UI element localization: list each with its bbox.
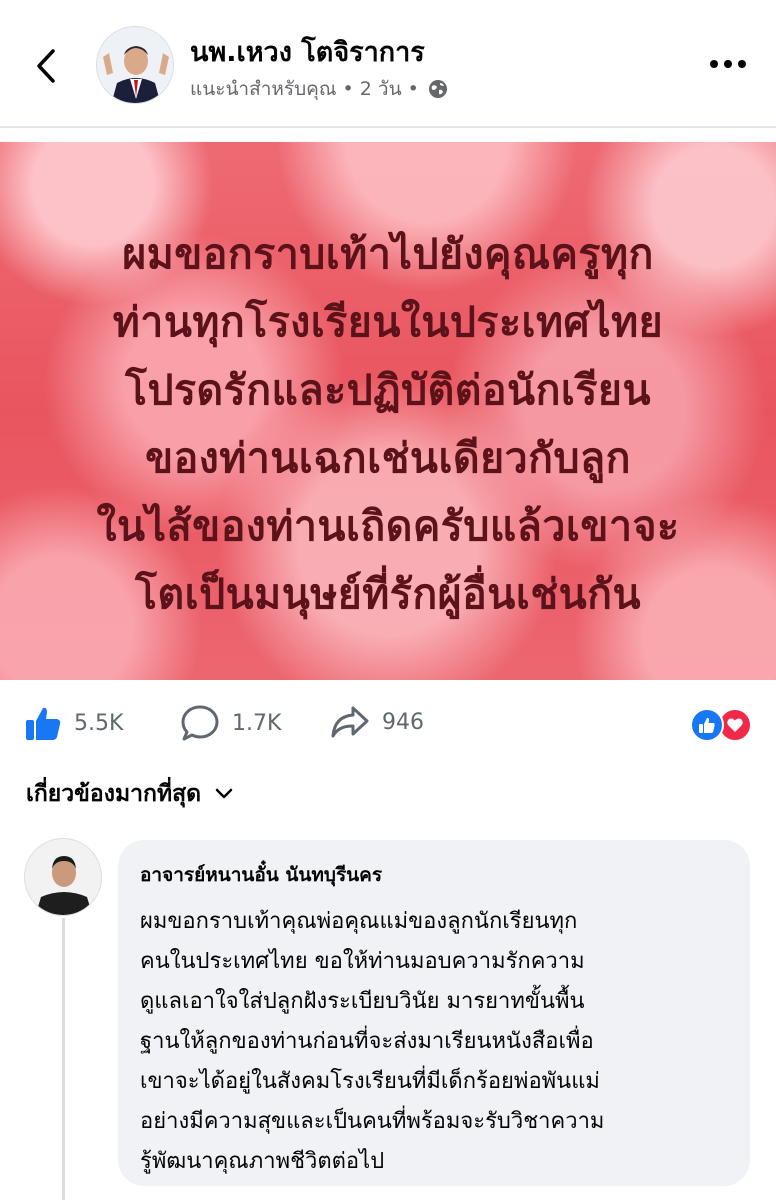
comment-bubble-icon — [181, 705, 219, 741]
share-count: 946 — [382, 709, 424, 735]
like-count: 5.5K — [74, 710, 124, 736]
more-options-button[interactable] — [706, 52, 750, 76]
comment-sort-dropdown[interactable]: เกี่ยวข้องมากที่สุด — [26, 776, 233, 812]
comment-thread-line — [62, 918, 65, 1200]
author-name[interactable]: นพ.เหวง โตจิราการ — [190, 30, 425, 73]
like-button[interactable]: 5.5K — [24, 704, 123, 742]
post-text-line: ผมขอกราบเท้าไปยังคุณครูทุก — [122, 230, 654, 278]
comment-text: ผมขอกราบเท้าคุณพ่อคุณแม่ของลูกนักเรียนทุ… — [140, 902, 728, 1182]
more-horizontal-icon — [710, 60, 718, 68]
share-button[interactable]: 946 — [330, 704, 424, 740]
comment-button[interactable]: 1.7K — [180, 704, 281, 742]
commenter-name[interactable]: อาจารย์หนานอั๋น นันทบุรีนคร — [140, 860, 728, 890]
reaction-summary[interactable] — [690, 708, 754, 742]
comment-text-line: เขาจะได้อยู่ในสังคมโรงเรียนที่มีเด็กร้อย… — [140, 1069, 600, 1094]
chevron-down-icon — [215, 788, 233, 799]
post-text-line: โปรดรักและปฏิบัติต่อนักเรียน — [124, 366, 651, 414]
post-meta: แนะนำสำหรับคุณ • 2 วัน • — [190, 74, 449, 104]
back-button[interactable] — [26, 44, 66, 88]
comment-text-line: ดูแลเอาใจใส่ปลูกฝังระเบียบวินัย มารยาทขั… — [140, 989, 585, 1014]
commenter-avatar[interactable] — [24, 838, 102, 916]
post-image-text: ผมขอกราบเท้าไปยังคุณครูทุกท่านทุกโรงเรีย… — [0, 220, 776, 628]
post-text-line: โตเป็นมนุษย์ที่รักผู้อื่นเช่นกัน — [134, 570, 642, 618]
like-reaction-icon — [690, 708, 724, 742]
comment-count: 1.7K — [232, 710, 282, 736]
author-avatar[interactable] — [96, 26, 174, 104]
post-header: นพ.เหวง โตจิราการ แนะนำสำหรับคุณ • 2 วัน… — [0, 0, 776, 128]
post-text-line: ของท่านเฉกเช่นเดียวกับลูก — [145, 434, 631, 482]
post-image[interactable]: ผมขอกราบเท้าไปยังคุณครูทุกท่านทุกโรงเรีย… — [0, 142, 776, 680]
comment-text-line: ผมขอกราบเท้าคุณพ่อคุณแม่ของลูกนักเรียนทุ… — [140, 909, 578, 934]
comment-text-line: คนในประเทศไทย ขอให้ท่านมอบความรักความ — [140, 949, 585, 974]
comment-text-line: รู้พัฒนาคุณภาพชีวิตต่อไป — [140, 1149, 385, 1174]
action-bar: 5.5K 1.7K 946 — [0, 690, 776, 760]
post-text-line: ท่านทุกโรงเรียนในประเทศไทย — [112, 298, 664, 346]
comment-bubble[interactable]: อาจารย์หนานอั๋น นันทบุรีนคร ผมขอกราบเท้า… — [118, 840, 750, 1186]
comment-text-line: อย่างมีความสุขและเป็นคนที่พร้อมจะรับวิชา… — [140, 1109, 605, 1134]
share-arrow-icon — [331, 706, 369, 738]
post-text-line: ในไส้ของท่านเถิดครับแล้วเขาจะ — [96, 502, 680, 550]
comment-text-line: ฐานให้ลูกของท่านก่อนที่จะส่งมาเรียนหนังส… — [140, 1029, 594, 1054]
thumbs-up-icon — [26, 707, 61, 740]
globe-icon — [428, 80, 447, 98]
chevron-left-icon — [37, 49, 55, 83]
sort-label: เกี่ยวข้องมากที่สุด — [26, 781, 202, 807]
post-meta-text: แนะนำสำหรับคุณ • 2 วัน • — [190, 78, 419, 100]
